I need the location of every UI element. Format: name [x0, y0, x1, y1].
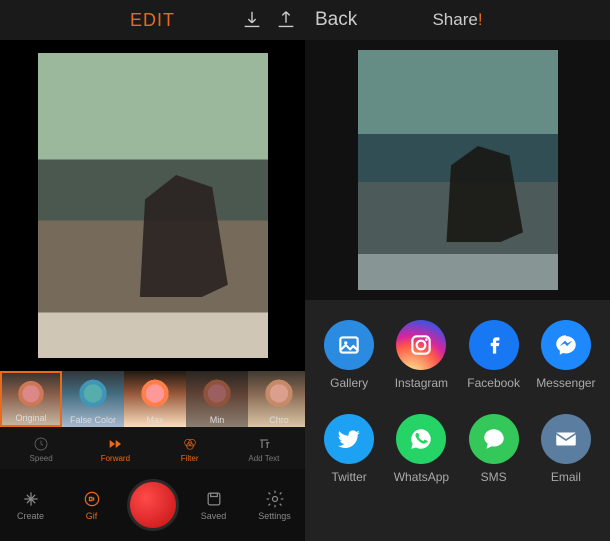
- filter-chrome[interactable]: Chro: [248, 371, 305, 427]
- share-email[interactable]: Email: [531, 414, 601, 484]
- share-instagram[interactable]: Instagram: [386, 320, 456, 390]
- preview-image: [38, 53, 268, 358]
- share-preview-image: [358, 50, 558, 290]
- sms-icon: [469, 414, 519, 464]
- filter-original[interactable]: Original: [0, 371, 62, 427]
- edit-toolbar: Speed Forward Filter Add Text: [0, 429, 305, 469]
- filter-strip[interactable]: Original False Color Max Min Chro: [0, 371, 305, 429]
- nav-settings[interactable]: Settings: [249, 489, 301, 521]
- nav-create[interactable]: Create: [5, 489, 57, 521]
- filter-max[interactable]: Max: [124, 371, 186, 427]
- twitter-icon: [324, 414, 374, 464]
- share-gallery[interactable]: Gallery: [314, 320, 384, 390]
- edit-topbar: EDIT: [0, 0, 305, 40]
- tool-forward[interactable]: Forward: [87, 436, 143, 463]
- tool-addtext[interactable]: Add Text: [236, 436, 292, 463]
- download-icon[interactable]: [241, 9, 263, 31]
- email-icon: [541, 414, 591, 464]
- whatsapp-icon: [396, 414, 446, 464]
- record-button[interactable]: [127, 479, 179, 531]
- filter-falsecolor[interactable]: False Color: [62, 371, 124, 427]
- gallery-icon: [324, 320, 374, 370]
- share-twitter[interactable]: Twitter: [314, 414, 384, 484]
- share-preview: [305, 40, 610, 300]
- nav-saved[interactable]: Saved: [188, 489, 240, 521]
- edit-preview: [0, 40, 305, 371]
- tool-filter[interactable]: Filter: [162, 436, 218, 463]
- filter-min[interactable]: Min: [186, 371, 248, 427]
- share-title: Share!: [432, 10, 482, 30]
- share-topbar: Back Share!: [305, 0, 610, 40]
- share-whatsapp[interactable]: WhatsApp: [386, 414, 456, 484]
- messenger-icon: [541, 320, 591, 370]
- edit-bottombar: Create Gif Saved Settings: [0, 469, 305, 541]
- tool-speed[interactable]: Speed: [13, 436, 69, 463]
- edit-title: EDIT: [130, 10, 175, 31]
- back-button[interactable]: Back: [315, 9, 357, 31]
- share-screen: Back Share! Gallery Instagram: [305, 0, 610, 541]
- facebook-icon: [469, 320, 519, 370]
- share-facebook[interactable]: Facebook: [459, 320, 529, 390]
- share-icon[interactable]: [275, 9, 297, 31]
- share-panel: Gallery Instagram Facebook Messenger: [305, 300, 610, 541]
- share-messenger[interactable]: Messenger: [531, 320, 601, 390]
- edit-screen: EDIT Original False Color Max Min Chr: [0, 0, 305, 541]
- instagram-icon: [396, 320, 446, 370]
- share-sms[interactable]: SMS: [459, 414, 529, 484]
- nav-gif[interactable]: Gif: [66, 489, 118, 521]
